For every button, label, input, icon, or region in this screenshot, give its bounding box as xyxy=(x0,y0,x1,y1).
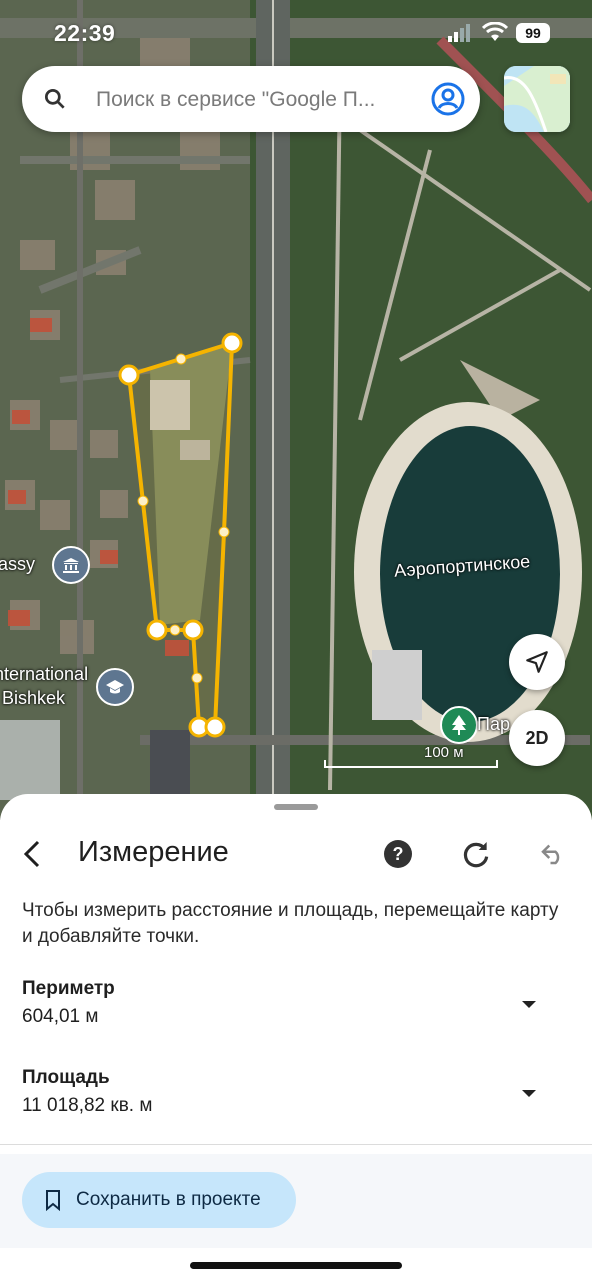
reset-icon[interactable] xyxy=(460,838,492,870)
park-pin-icon[interactable] xyxy=(440,706,478,744)
navigation-icon xyxy=(526,651,548,673)
sheet-title: Измерение xyxy=(78,836,229,868)
status-time: 22:39 xyxy=(54,20,116,46)
undo-icon[interactable] xyxy=(538,838,568,868)
sheet-footer: Сохранить в проекте xyxy=(0,1154,592,1248)
battery-level: 99 xyxy=(516,23,550,43)
map-label-embassy: assy xyxy=(0,554,36,574)
bookmark-icon xyxy=(46,1190,60,1211)
svg-text:?: ? xyxy=(393,844,404,864)
save-to-project-button[interactable]: Сохранить в проекте xyxy=(22,1172,296,1228)
sheet-drag-handle[interactable] xyxy=(274,804,318,810)
map-scale: 100 м xyxy=(324,744,498,768)
chevron-down-icon[interactable] xyxy=(520,998,538,1010)
scale-label: 100 м xyxy=(424,744,464,761)
satellite-map[interactable]: 22:39 99 ass xyxy=(0,0,592,820)
account-icon[interactable] xyxy=(430,81,466,117)
measure-sheet: Измерение ? Чтобы измерить расстояние и … xyxy=(0,794,592,1280)
scale-bar xyxy=(324,760,498,768)
measure-hint: Чтобы измерить расстояние и площадь, пер… xyxy=(22,900,559,947)
divider xyxy=(0,1144,592,1145)
search-input[interactable] xyxy=(94,80,418,120)
map-label-park: Пар xyxy=(477,714,510,734)
layers-icon xyxy=(504,66,570,132)
perimeter-row[interactable]: Периметр 604,01 м xyxy=(22,978,572,1028)
embassy-pin-icon[interactable] xyxy=(52,546,90,584)
search-bar[interactable] xyxy=(22,66,480,132)
chevron-down-icon[interactable] xyxy=(520,1087,538,1099)
perimeter-value: 604,01 м xyxy=(22,1006,99,1027)
view-mode-button[interactable]: 2D xyxy=(509,710,565,766)
area-label: Площадь xyxy=(22,1067,110,1088)
school-pin-icon[interactable] xyxy=(96,668,134,706)
map-label-international: nternational xyxy=(0,664,89,684)
my-location-button[interactable] xyxy=(509,634,565,690)
search-icon[interactable] xyxy=(42,86,68,112)
area-row[interactable]: Площадь 11 018,82 кв. м xyxy=(22,1067,572,1117)
area-value: 11 018,82 кв. м xyxy=(22,1095,153,1116)
help-icon[interactable]: ? xyxy=(382,838,414,870)
back-icon[interactable] xyxy=(14,834,50,874)
save-button-label: Сохранить в проекте xyxy=(76,1189,261,1210)
wifi-icon xyxy=(482,22,508,41)
layers-button[interactable] xyxy=(504,66,570,132)
map-label-bishkek: Bishkek xyxy=(2,688,66,708)
status-bar: 22:39 99 xyxy=(0,18,592,48)
home-indicator[interactable] xyxy=(190,1262,402,1269)
perimeter-label: Периметр xyxy=(22,978,115,999)
signal-icon xyxy=(448,24,470,42)
